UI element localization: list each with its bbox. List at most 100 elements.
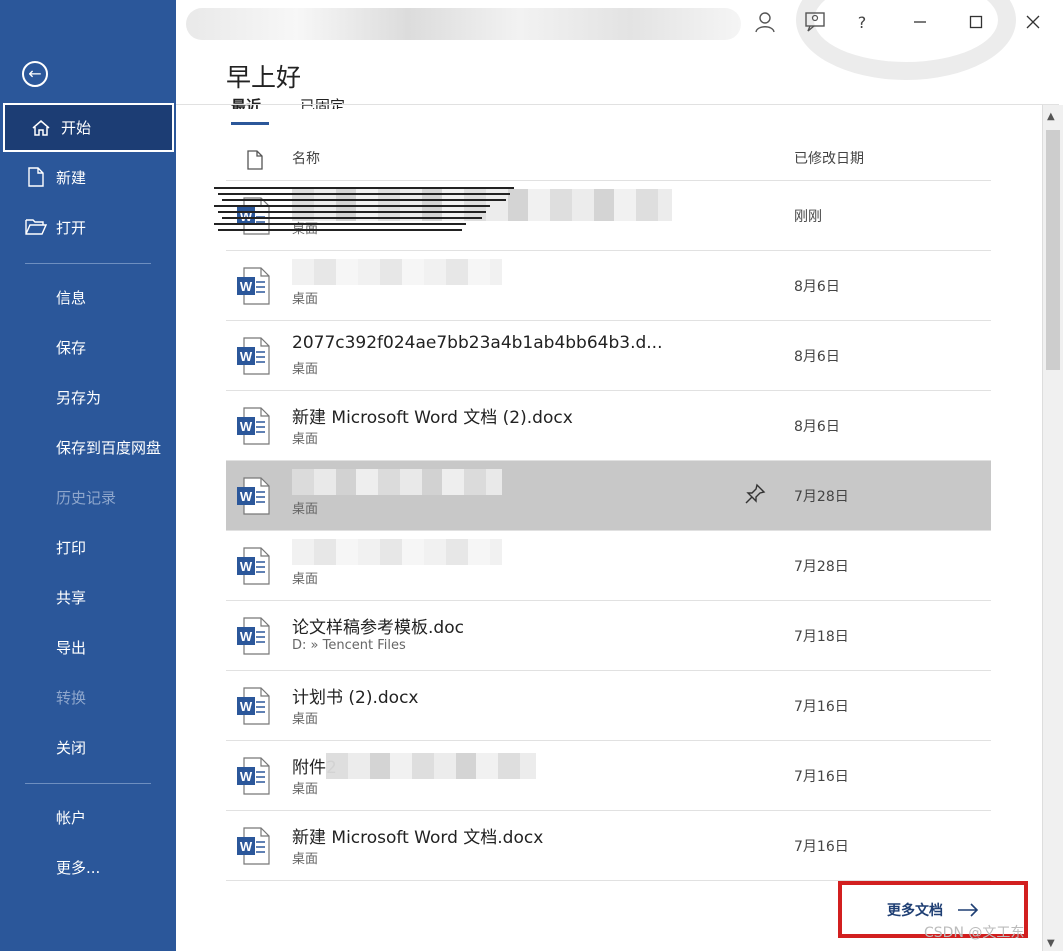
sidebar-item-export[interactable]: 导出 — [0, 622, 176, 672]
file-modified-date: 7月28日 — [794, 489, 849, 505]
file-modified-date: 8月6日 — [794, 419, 840, 435]
file-modified-date: 刚刚 — [794, 209, 822, 225]
minimize-button[interactable] — [906, 8, 934, 36]
sidebar-divider — [25, 263, 151, 264]
sidebar-item-print[interactable]: 打印 — [0, 522, 176, 572]
arrow-right-icon — [958, 902, 979, 917]
file-name: 2077c392f024ae7bb23a4b1ab4bb64b3.d... — [292, 333, 663, 353]
svg-text:W: W — [240, 699, 253, 714]
sidebar-item-save-as[interactable]: 另存为 — [0, 372, 176, 422]
column-header-name[interactable]: 名称 — [292, 148, 320, 168]
file-location: 桌面 — [292, 502, 319, 517]
sidebar-item-label: 转换 — [56, 688, 87, 707]
pin-icon[interactable] — [744, 483, 766, 509]
file-row[interactable]: W 桌面 7月28日 — [226, 461, 991, 531]
file-row[interactable]: W桌面刚刚 — [214, 181, 991, 251]
file-location: 桌面 — [292, 292, 319, 307]
word-document-icon: W — [236, 337, 270, 379]
redaction-blur — [326, 753, 536, 779]
file-modified-date: 7月16日 — [794, 839, 849, 855]
redaction-scribble — [214, 223, 466, 225]
scroll-up-icon[interactable]: ▲ — [1047, 111, 1055, 122]
word-document-icon: W — [236, 477, 270, 519]
file-modified-date: 8月6日 — [794, 279, 840, 295]
sidebar-item-save-to-baidu[interactable]: 保存到百度网盘 — [0, 422, 176, 472]
file-name: 论文样稿参考模板.doc — [292, 618, 464, 638]
file-modified-date: 7月18日 — [794, 629, 849, 645]
sidebar-item-label: 历史记录 — [56, 488, 117, 507]
tab-recent[interactable]: 最近 — [231, 95, 261, 109]
word-document-icon: W — [236, 407, 270, 449]
sidebar-item-label: 新建 — [56, 168, 87, 187]
sidebar-item-open[interactable]: 打开 — [0, 202, 176, 252]
scrollbar-thumb[interactable] — [1046, 130, 1060, 370]
sidebar-item-account[interactable]: 帐户 — [0, 792, 176, 842]
word-document-icon: W — [236, 827, 270, 869]
file-row[interactable]: W 论文样稿参考模板.doc D: » Tencent Files 7月18日 — [226, 601, 991, 671]
sidebar-item-label: 开始 — [61, 119, 92, 137]
sidebar-item-close[interactable]: 关闭 — [0, 722, 176, 772]
redaction-blur — [292, 259, 502, 285]
redaction-scribble — [218, 193, 510, 195]
redacted-document-title — [186, 8, 741, 40]
help-icon: ? — [857, 12, 867, 32]
file-location: D: » Tencent Files — [292, 638, 406, 653]
sidebar-item-label: 打印 — [56, 538, 87, 557]
sidebar-item-label: 更多... — [56, 858, 101, 877]
sidebar-item-label: 打开 — [56, 218, 87, 237]
word-document-icon: W — [236, 757, 270, 799]
column-header-modified[interactable]: 已修改日期 — [794, 148, 864, 168]
sidebar-item-save[interactable]: 保存 — [0, 322, 176, 372]
scroll-down-icon[interactable]: ▼ — [1047, 938, 1055, 949]
file-location: 桌面 — [292, 362, 319, 377]
file-type-column-icon — [247, 150, 263, 174]
minimize-icon — [914, 21, 926, 23]
new-document-icon — [25, 167, 47, 187]
folder-open-icon — [25, 218, 47, 236]
file-name: 新建 Microsoft Word 文档 (2).docx — [292, 408, 573, 428]
tab-pinned[interactable]: 已固定 — [300, 95, 345, 109]
file-row[interactable]: W 新建 Microsoft Word 文档.docx 桌面 7月16日 — [226, 811, 991, 881]
file-location: 桌面 — [292, 782, 319, 797]
header-divider — [176, 104, 1059, 105]
svg-text:W: W — [240, 279, 253, 294]
redaction-scribble — [214, 205, 490, 207]
sidebar-item-info[interactable]: 信息 — [0, 272, 176, 322]
file-row[interactable]: W 计划书 (2).docx 桌面 7月16日 — [226, 671, 991, 741]
sidebar-item-more[interactable]: 更多... — [0, 842, 176, 892]
file-row[interactable]: W 附件2 桌面 7月16日 — [226, 741, 991, 811]
close-icon — [1026, 15, 1040, 29]
file-row[interactable]: W 新建 Microsoft Word 文档 (2).docx 桌面 8月6日 — [226, 391, 991, 461]
sidebar-item-new[interactable]: 新建 — [0, 152, 176, 202]
tab-recent-underline — [231, 122, 269, 125]
file-location: 桌面 — [292, 572, 319, 587]
maximize-icon — [969, 15, 983, 29]
redaction-blur — [292, 469, 502, 495]
word-document-icon: W — [236, 267, 270, 309]
redaction-scribble — [222, 217, 482, 219]
maximize-button[interactable] — [962, 8, 990, 36]
home-icon — [30, 118, 52, 138]
sidebar-item-history: 历史记录 — [0, 472, 176, 522]
redaction-blur — [292, 539, 502, 565]
sidebar-item-convert: 转换 — [0, 672, 176, 722]
file-row[interactable]: W 桌面 7月28日 — [226, 531, 991, 601]
file-modified-date: 8月6日 — [794, 349, 840, 365]
feedback-icon[interactable] — [801, 8, 829, 36]
sidebar-item-home[interactable]: 开始 — [3, 103, 174, 152]
redaction-scribble — [218, 211, 486, 213]
back-arrow-icon[interactable]: ← — [22, 61, 48, 87]
help-button[interactable]: ? — [848, 8, 876, 36]
word-document-icon: W — [236, 547, 270, 589]
vertical-scrollbar[interactable]: ▲ ▼ — [1042, 105, 1063, 951]
more-documents-label: 更多文档 — [887, 902, 943, 919]
page-title: 早上好 — [226, 63, 302, 92]
word-document-icon: W — [236, 617, 270, 659]
file-row[interactable]: W 桌面 8月6日 — [226, 251, 991, 321]
file-modified-date: 7月16日 — [794, 699, 849, 715]
close-button[interactable] — [1019, 8, 1047, 36]
account-icon[interactable] — [751, 8, 779, 36]
sidebar-item-share[interactable]: 共享 — [0, 572, 176, 622]
file-row[interactable]: W 2077c392f024ae7bb23a4b1ab4bb64b3.d... 桌面… — [226, 321, 991, 391]
svg-text:W: W — [240, 839, 253, 854]
